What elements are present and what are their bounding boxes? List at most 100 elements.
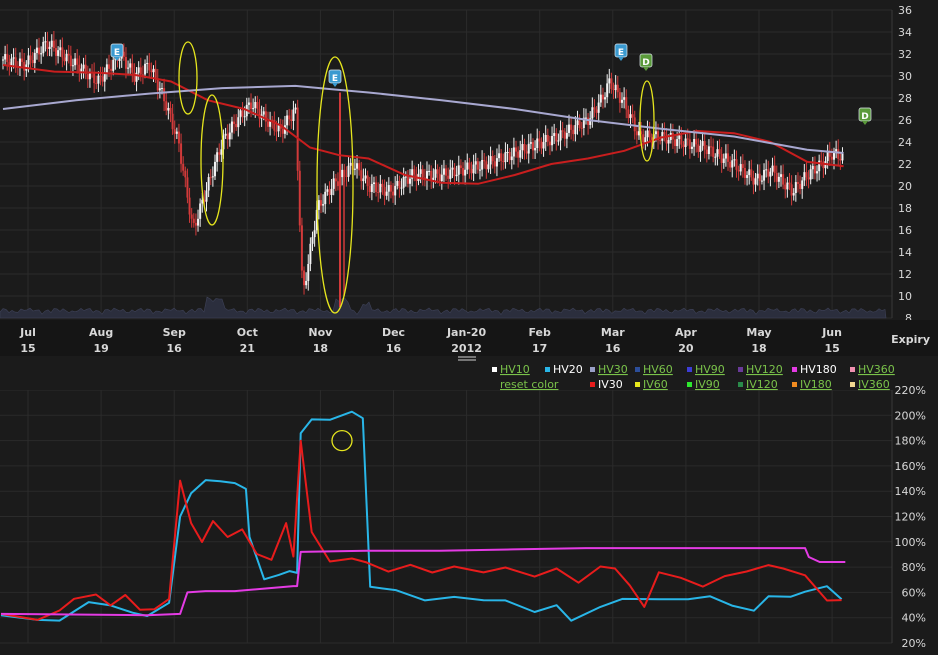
candle-body	[826, 152, 829, 161]
legend-swatch	[635, 382, 640, 387]
candle-body	[69, 55, 72, 67]
marker-letter: E	[114, 48, 120, 58]
candle-body	[432, 177, 435, 180]
candle-body	[154, 68, 157, 79]
candle-body	[394, 185, 397, 196]
candle-body	[124, 56, 127, 69]
candle-body	[763, 169, 766, 181]
candle-body	[63, 57, 66, 62]
candle-body	[356, 163, 359, 169]
candle-body	[481, 160, 484, 170]
candle-body	[182, 163, 185, 171]
candle-body	[239, 110, 242, 118]
candle-body	[6, 54, 9, 63]
candle-body	[404, 176, 407, 178]
candle-body	[737, 169, 740, 172]
candle-body	[642, 134, 645, 143]
candle-body	[604, 97, 607, 100]
candle-body	[839, 158, 842, 161]
candle-body	[466, 162, 469, 170]
candle-body	[529, 142, 532, 144]
candle-body	[629, 114, 632, 119]
candle-body	[627, 109, 630, 119]
legend-item[interactable]: IV120	[746, 378, 778, 391]
candle-body	[360, 170, 363, 182]
candle-body	[86, 74, 89, 80]
candle-body	[97, 75, 100, 84]
x-axis-month-label: Jul	[19, 326, 36, 339]
candle-body	[487, 164, 490, 170]
candle-body	[144, 63, 147, 75]
candle-body	[792, 193, 795, 196]
candle-body	[44, 41, 47, 43]
candle-body	[777, 176, 780, 182]
candle-body	[686, 138, 689, 140]
candle-body	[148, 62, 151, 71]
candle-body	[131, 63, 134, 73]
x-axis-month-label: Jan-20	[446, 326, 487, 339]
legend-item[interactable]: HV360	[858, 363, 895, 376]
candle-body	[298, 170, 301, 226]
candle-body	[646, 130, 649, 138]
legend-item[interactable]: IV180	[800, 378, 832, 391]
candle-body	[756, 173, 759, 179]
x-axis-month-label: Aug	[89, 326, 113, 339]
candle-body	[445, 168, 448, 176]
legend-item[interactable]: HV10	[500, 363, 530, 376]
legend-item[interactable]: HV30	[598, 363, 628, 376]
candle-body	[542, 142, 545, 149]
legend-swatch	[738, 382, 743, 387]
candle-body	[546, 134, 549, 142]
candle-body	[266, 121, 269, 127]
x-axis-month-label: Sep	[163, 326, 186, 339]
candle-body	[156, 78, 159, 91]
legend-swatch	[738, 367, 743, 372]
candle-body	[714, 156, 717, 158]
legend-item[interactable]: IV30	[598, 378, 623, 391]
candle-body	[521, 144, 524, 151]
candle-body	[29, 55, 32, 61]
candle-body	[93, 72, 96, 84]
legend-item[interactable]: HV60	[643, 363, 673, 376]
candle-body	[801, 180, 804, 189]
candle-body	[491, 156, 494, 162]
x-axis-day-label: 16	[167, 342, 183, 355]
legend-item[interactable]: HV120	[746, 363, 783, 376]
candle-body	[788, 182, 791, 185]
candle-body	[290, 119, 293, 121]
legend-item[interactable]: HV90	[695, 363, 725, 376]
candle-body	[241, 110, 244, 117]
candle-body	[563, 131, 566, 139]
candle-body	[775, 173, 778, 182]
candle-body	[805, 172, 808, 178]
candle-body	[224, 133, 227, 136]
vol-y-tick: 40%	[902, 612, 926, 625]
legend-item[interactable]: IV360	[858, 378, 890, 391]
reset-color-link[interactable]: reset color	[500, 378, 559, 391]
candle-body	[534, 148, 537, 151]
legend-item[interactable]: IV60	[643, 378, 668, 391]
candle-body	[557, 140, 560, 142]
candle-body	[402, 176, 405, 188]
candle-body	[727, 153, 730, 162]
candle-body	[137, 67, 140, 73]
candle-body	[65, 53, 68, 62]
candle-body	[608, 78, 611, 84]
candle-body	[591, 107, 594, 119]
candle-body	[631, 114, 634, 118]
candle-body	[453, 167, 456, 177]
candle-body	[813, 165, 816, 174]
legend-item[interactable]: HV180	[800, 363, 837, 376]
candle-body	[163, 88, 166, 102]
candle-body	[252, 108, 255, 110]
candle-body	[76, 58, 79, 65]
legend-swatch	[792, 367, 797, 372]
candle-body	[548, 141, 551, 146]
candle-body	[449, 169, 452, 179]
x-axis-day-label: 20	[678, 342, 694, 355]
legend-swatch	[687, 382, 692, 387]
candle-body	[574, 125, 577, 135]
legend-item[interactable]: HV20	[553, 363, 583, 376]
candle-body	[326, 189, 329, 192]
legend-item[interactable]: IV90	[695, 378, 720, 391]
